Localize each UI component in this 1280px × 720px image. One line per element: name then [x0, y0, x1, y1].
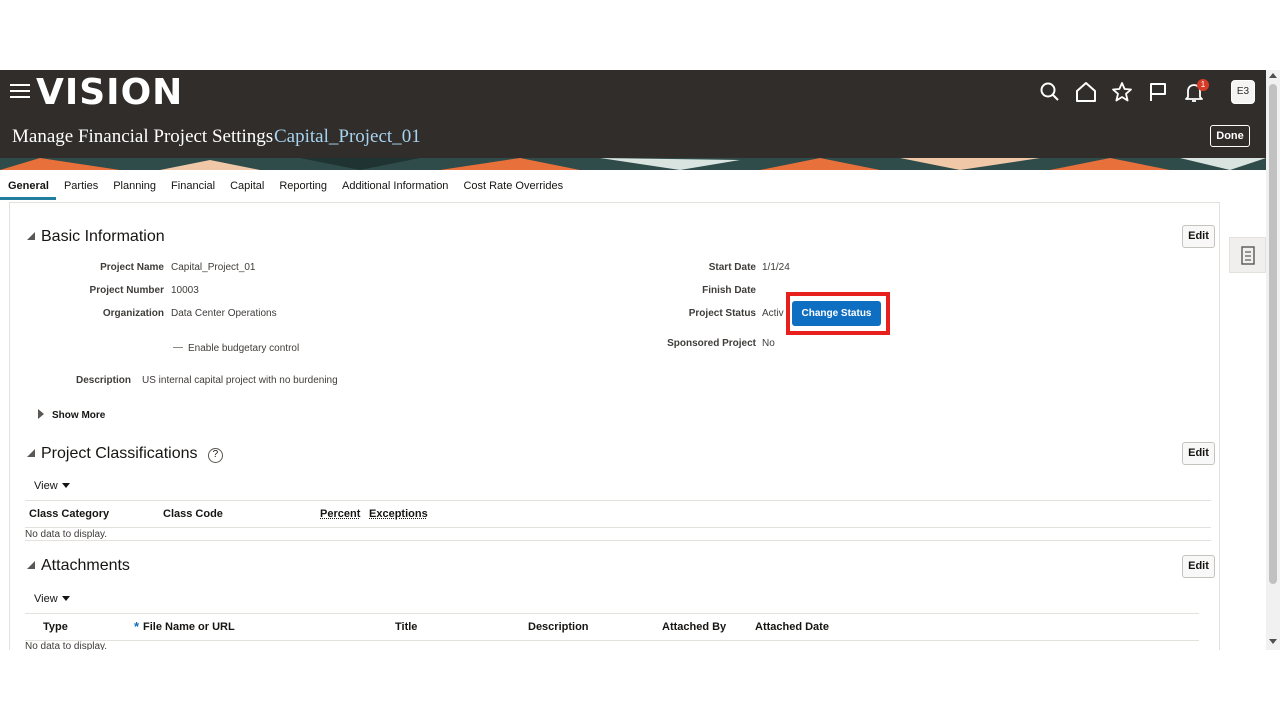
- column-header-class-category[interactable]: Class Category: [29, 508, 109, 520]
- tab-financial[interactable]: Financial: [163, 174, 222, 200]
- table-divider: [25, 527, 1211, 528]
- project-status-label: Project Status: [688, 308, 756, 319]
- section-title-attachments: Attachments: [41, 557, 130, 574]
- column-header-attached-by[interactable]: Attached By: [662, 621, 726, 633]
- tab-cost-rate-overrides[interactable]: Cost Rate Overrides: [455, 174, 570, 200]
- table-divider: [25, 540, 1211, 541]
- edit-project-classifications-button[interactable]: Edit: [1182, 442, 1215, 465]
- column-header-title[interactable]: Title: [395, 621, 417, 633]
- checkbox-dash-icon: [173, 347, 183, 348]
- attachments-empty-text: No data to display.: [25, 641, 108, 650]
- finish-date-label: Finish Date: [702, 285, 756, 296]
- edit-basic-information-button[interactable]: Edit: [1182, 225, 1215, 248]
- project-name-label: Project Name: [100, 262, 164, 273]
- caret-down-icon: [61, 483, 70, 488]
- home-icon[interactable]: [1074, 80, 1098, 104]
- attachments-empty-row: No data to display.: [0, 641, 1266, 650]
- project-name-value: Capital_Project_01: [171, 262, 256, 273]
- user-avatar[interactable]: E3: [1231, 80, 1255, 104]
- start-date-value: 1/1/24: [762, 262, 790, 273]
- sponsored-project-value: No: [762, 338, 775, 349]
- attachments-view-menu[interactable]: View: [34, 593, 70, 605]
- app-frame: vision 1 E3 Manage Financial Project Set…: [0, 70, 1280, 650]
- column-header-type[interactable]: Type: [43, 621, 68, 633]
- flag-icon[interactable]: [1146, 80, 1170, 104]
- show-more-label: Show More: [52, 410, 106, 421]
- column-header-class-code[interactable]: Class Code: [163, 508, 223, 520]
- table-divider: [25, 500, 1211, 501]
- attachments-header[interactable]: Attachments: [27, 557, 130, 575]
- favorites-star-icon[interactable]: [1110, 80, 1134, 104]
- tab-general[interactable]: General: [0, 174, 56, 200]
- project-number-value: 10003: [171, 285, 199, 296]
- organization-value: Data Center Operations: [171, 308, 277, 319]
- menu-icon[interactable]: [10, 84, 30, 100]
- budgetary-control-label: Enable budgetary control: [188, 343, 300, 354]
- collapse-triangle-icon: [27, 232, 35, 240]
- notification-count-badge: 1: [1197, 79, 1209, 91]
- app-logo[interactable]: vision: [36, 72, 183, 113]
- side-panel-document-icon[interactable]: [1229, 237, 1266, 273]
- budgetary-control-checkbox[interactable]: Enable budgetary control: [173, 343, 299, 354]
- description-label: Description: [75, 375, 131, 386]
- scrollbar-thumb[interactable]: [1269, 84, 1277, 584]
- done-button[interactable]: Done: [1210, 125, 1250, 147]
- banner-decoration: [0, 158, 1266, 170]
- description-value: US internal capital project with no burd…: [142, 375, 338, 386]
- scroll-up-arrow-icon[interactable]: [1269, 73, 1277, 78]
- project-classifications-header[interactable]: Project Classifications ?: [27, 445, 223, 463]
- column-header-attached-date[interactable]: Attached Date: [755, 621, 829, 633]
- project-number-label: Project Number: [89, 285, 164, 296]
- classifications-view-menu[interactable]: View: [34, 480, 70, 492]
- tab-capital[interactable]: Capital: [222, 174, 271, 200]
- view-menu-label: View: [34, 593, 58, 605]
- tab-parties[interactable]: Parties: [56, 174, 105, 200]
- edit-attachments-button[interactable]: Edit: [1182, 555, 1215, 578]
- classifications-empty-text: No data to display.: [25, 529, 108, 540]
- table-divider: [25, 613, 1199, 614]
- project-status-value: Activ: [762, 308, 784, 319]
- change-status-button[interactable]: Change Status: [792, 301, 881, 326]
- tab-reporting[interactable]: Reporting: [271, 174, 334, 200]
- column-header-file-name-or-url[interactable]: File Name or URL: [143, 621, 235, 633]
- global-header: vision 1 E3 Manage Financial Project Set…: [0, 70, 1266, 170]
- section-title-project-classifications: Project Classifications: [41, 445, 198, 462]
- tab-additional-information[interactable]: Additional Information: [334, 174, 455, 200]
- view-menu-label: View: [34, 480, 58, 492]
- column-header-exceptions[interactable]: Exceptions: [369, 508, 428, 520]
- scroll-down-arrow-icon[interactable]: [1269, 639, 1277, 644]
- search-icon[interactable]: [1038, 80, 1062, 104]
- collapse-triangle-icon: [27, 561, 35, 569]
- organization-label: Organization: [102, 308, 164, 319]
- caret-down-icon: [61, 596, 70, 601]
- column-header-percent[interactable]: Percent: [320, 508, 360, 520]
- expand-triangle-icon: [38, 409, 44, 419]
- start-date-label: Start Date: [708, 262, 756, 273]
- page-scrollbar[interactable]: [1266, 70, 1280, 650]
- page-title: Manage Financial Project Settings: [12, 126, 274, 147]
- column-header-description[interactable]: Description: [528, 621, 589, 633]
- required-asterisk: *: [134, 619, 140, 634]
- show-more-toggle[interactable]: Show More: [38, 409, 105, 421]
- sponsored-project-label: Sponsored Project: [667, 338, 756, 349]
- section-title-basic-information: Basic Information: [41, 228, 165, 245]
- page-subtitle: Capital_Project_01: [274, 126, 421, 147]
- tab-planning[interactable]: Planning: [105, 174, 163, 200]
- help-icon[interactable]: ?: [207, 448, 223, 463]
- basic-information-header[interactable]: Basic Information: [27, 228, 165, 246]
- section-tabs: General Parties Planning Financial Capit…: [0, 174, 570, 200]
- collapse-triangle-icon: [27, 449, 35, 457]
